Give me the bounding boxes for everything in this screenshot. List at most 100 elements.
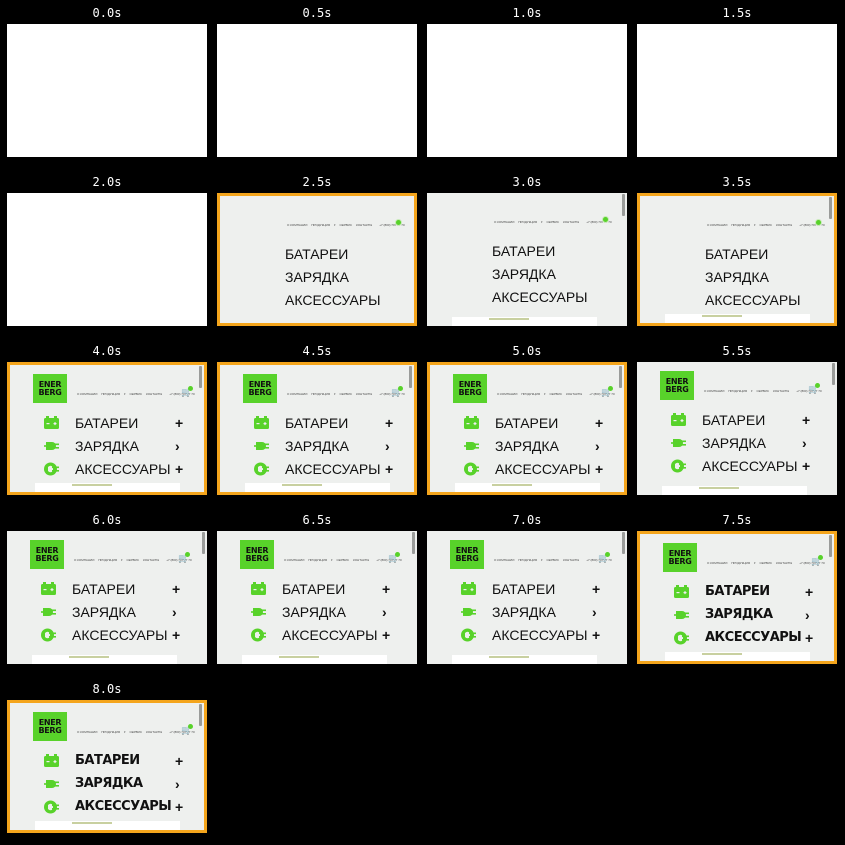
nav-item-products[interactable]: ПРОДУКЦИЯ <box>101 730 120 734</box>
category-item[interactable]: АКСЕССУАРЫ + <box>671 458 811 474</box>
expand-icon[interactable]: + <box>595 415 603 431</box>
category-item[interactable]: АКСЕССУАРЫ + <box>464 461 604 477</box>
phone-number[interactable]: +7 (800) 707 77 70 <box>379 223 404 227</box>
nav-item-service[interactable]: СЕРВИС <box>760 561 773 565</box>
nav-item-company[interactable]: О КОМПАНИИ <box>707 223 727 227</box>
scrollbar[interactable] <box>832 363 835 385</box>
nav-item-products[interactable]: ПРОДУКЦИЯ <box>731 223 750 227</box>
nav-item-products[interactable]: ПРОДУКЦИЯ <box>98 558 117 562</box>
nav-item-products[interactable]: ПРОДУКЦИЯ <box>101 392 120 396</box>
nav-item-service[interactable]: СЕРВИС <box>547 220 560 224</box>
category-item[interactable]: ЗАРЯДКА › <box>251 604 391 620</box>
nav-item-contacts[interactable]: КОНТАКТЫ <box>776 223 792 227</box>
cart-icon[interactable]: 🛒 <box>601 386 613 397</box>
brand-logo[interactable]: ENER BERG <box>453 374 487 403</box>
nav-item-service[interactable]: СЕРВИС <box>550 392 563 396</box>
nav-item-contacts[interactable]: КОНТАКТЫ <box>566 392 582 396</box>
category-item[interactable]: ЗАРЯДКА › <box>671 435 811 451</box>
brand-logo[interactable]: ENER BERG <box>243 374 277 403</box>
nav-item-service[interactable]: СЕРВИС <box>340 392 353 396</box>
expand-icon[interactable]: + <box>592 581 600 597</box>
chevron-right-icon[interactable]: › <box>175 438 180 454</box>
scrollbar[interactable] <box>622 194 625 216</box>
nav-item-company[interactable]: О КОМПАНИИ <box>74 558 94 562</box>
category-item[interactable]: ЗАРЯДКА › <box>44 438 184 454</box>
chevron-right-icon[interactable]: › <box>382 604 387 620</box>
expand-icon[interactable]: + <box>172 627 180 643</box>
scrollbar[interactable] <box>409 366 412 388</box>
category-item[interactable]: ЗАРЯДКА <box>461 266 601 282</box>
brand-logo[interactable]: ENER BERG <box>33 712 67 741</box>
scrollbar[interactable] <box>829 197 832 219</box>
scrollbar[interactable] <box>619 366 622 388</box>
scrollbar[interactable] <box>202 532 205 554</box>
expand-icon[interactable]: + <box>592 627 600 643</box>
category-item[interactable]: ЗАРЯДКА <box>254 269 394 285</box>
nav-item-contacts[interactable]: КОНТАКТЫ <box>143 558 159 562</box>
expand-icon[interactable]: + <box>595 461 603 477</box>
nav-item-company[interactable]: О КОМПАНИИ <box>287 223 307 227</box>
expand-icon[interactable]: + <box>805 584 813 600</box>
brand-logo[interactable]: ENER BERG <box>33 374 67 403</box>
nav-item-products[interactable]: ПРОДУКЦИЯ <box>308 558 327 562</box>
scrollbar[interactable] <box>622 532 625 554</box>
chevron-right-icon[interactable]: › <box>172 604 177 620</box>
category-item[interactable]: БАТАРЕИ + <box>254 415 394 431</box>
category-item[interactable]: БАТАРЕИ + <box>671 412 811 428</box>
nav-item-products[interactable]: ПРОДУКЦИЯ <box>311 392 330 396</box>
nav-item-service[interactable]: СЕРВИС <box>130 730 143 734</box>
category-item[interactable]: АКСЕССУАРЫ + <box>44 461 184 477</box>
category-item[interactable]: БАТАРЕИ + <box>44 415 184 431</box>
chevron-right-icon[interactable]: › <box>805 607 810 623</box>
expand-icon[interactable]: + <box>802 458 810 474</box>
category-item[interactable]: ЗАРЯДКА › <box>464 438 604 454</box>
cart-icon[interactable]: 🛒 <box>178 552 190 563</box>
scrollbar[interactable] <box>199 704 202 726</box>
category-item[interactable]: БАТАРЕИ <box>461 243 601 259</box>
category-item[interactable]: АКСЕССУАРЫ <box>254 292 394 308</box>
nav-item-company[interactable]: О КОМПАНИИ <box>77 730 97 734</box>
brand-logo[interactable]: ENER BERG <box>30 540 64 569</box>
nav-item-service[interactable]: СЕРВИС <box>547 558 560 562</box>
category-item[interactable]: ЗАРЯДКА › <box>461 604 601 620</box>
brand-logo[interactable]: ENER BERG <box>450 540 484 569</box>
category-item[interactable]: АКСЕССУАРЫ + <box>41 627 181 643</box>
category-item[interactable]: АКСЕССУАРЫ + <box>44 799 184 815</box>
category-item[interactable]: БАТАРЕИ <box>674 246 814 262</box>
expand-icon[interactable]: + <box>802 412 810 428</box>
nav-item-company[interactable]: О КОМПАНИИ <box>287 392 307 396</box>
nav-item-company[interactable]: О КОМПАНИИ <box>494 220 514 224</box>
nav-item-company[interactable]: О КОМПАНИИ <box>77 392 97 396</box>
nav-item-service[interactable]: СЕРВИС <box>130 392 143 396</box>
nav-item-contacts[interactable]: КОНТАКТЫ <box>146 730 162 734</box>
cart-icon[interactable]: 🛒 <box>388 552 400 563</box>
nav-item-products[interactable]: ПРОДУКЦИЯ <box>521 392 540 396</box>
category-item[interactable]: АКСЕССУАРЫ + <box>251 627 391 643</box>
chevron-right-icon[interactable]: › <box>385 438 390 454</box>
nav-item-company[interactable]: О КОМПАНИИ <box>284 558 304 562</box>
expand-icon[interactable]: + <box>385 415 393 431</box>
nav-item-service[interactable]: СЕРВИС <box>340 223 353 227</box>
scrollbar[interactable] <box>829 535 832 557</box>
category-item[interactable]: БАТАРЕИ + <box>251 581 391 597</box>
category-item[interactable]: ЗАРЯДКА › <box>674 607 814 623</box>
nav-item-contacts[interactable]: КОНТАКТЫ <box>776 561 792 565</box>
nav-item-contacts[interactable]: КОНТАКТЫ <box>146 392 162 396</box>
nav-item-products[interactable]: ПРОДУКЦИЯ <box>518 220 537 224</box>
expand-icon[interactable]: + <box>382 627 390 643</box>
nav-item-contacts[interactable]: КОНТАКТЫ <box>563 558 579 562</box>
category-item[interactable]: ЗАРЯДКА › <box>44 776 184 792</box>
category-item[interactable]: БАТАРЕИ + <box>41 581 181 597</box>
brand-logo[interactable]: ENER BERG <box>663 543 697 572</box>
category-item[interactable]: БАТАРЕИ + <box>461 581 601 597</box>
category-item[interactable]: АКСЕССУАРЫ + <box>461 627 601 643</box>
nav-item-contacts[interactable]: КОНТАКТЫ <box>773 389 789 393</box>
scrollbar[interactable] <box>412 532 415 554</box>
category-item[interactable]: ЗАРЯДКА › <box>41 604 181 620</box>
nav-item-contacts[interactable]: КОНТАКТЫ <box>353 558 369 562</box>
nav-item-service[interactable]: СЕРВИС <box>337 558 350 562</box>
expand-icon[interactable]: + <box>382 581 390 597</box>
category-item[interactable]: БАТАРЕИ <box>254 246 394 262</box>
chevron-right-icon[interactable]: › <box>592 604 597 620</box>
cart-icon[interactable]: 🛒 <box>181 386 193 397</box>
